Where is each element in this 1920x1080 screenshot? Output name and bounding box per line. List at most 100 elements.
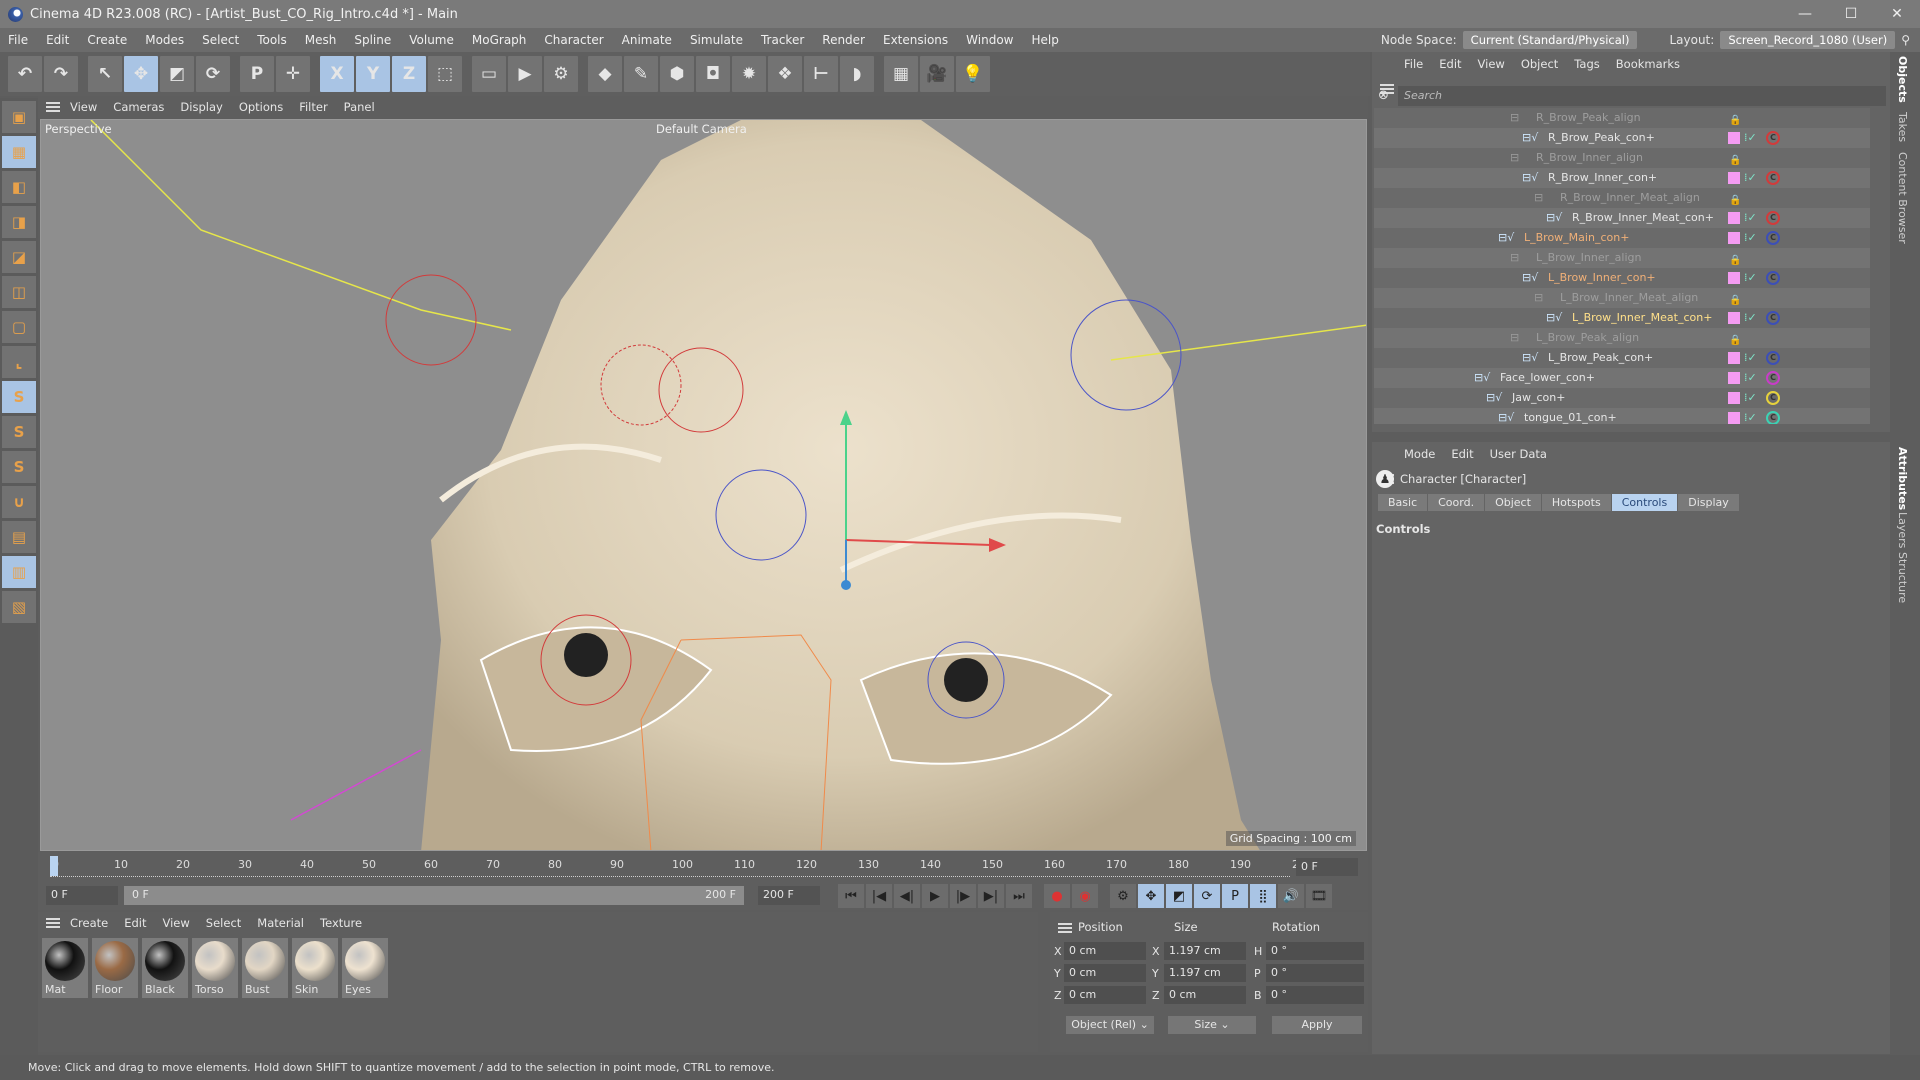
z-axis-icon[interactable]: Z (392, 56, 426, 92)
psr-icon[interactable]: P (240, 56, 274, 92)
tab-hotspots[interactable]: Hotspots (1541, 494, 1611, 511)
next-frame-button[interactable]: |▶ (950, 884, 976, 908)
texture-mode-icon[interactable]: ◧ (2, 171, 36, 203)
menu-select[interactable]: Select (202, 33, 239, 47)
floor-icon[interactable]: ▦ (884, 56, 918, 92)
viewport-menu-display[interactable]: Display (180, 100, 222, 114)
axis-mode-icon[interactable]: ⌞ (2, 346, 36, 378)
layer-color-swatch[interactable] (1728, 172, 1740, 184)
object-menu-object[interactable]: Object (1521, 57, 1558, 71)
visibility-check-icon[interactable]: ⁞✓ (1744, 128, 1757, 148)
object-row[interactable]: ⊟ L_Brow_Peak_align 🔒 (1374, 328, 1870, 348)
menu-modes[interactable]: Modes (145, 33, 184, 47)
material-menu-view[interactable]: View (163, 916, 190, 930)
tab-objects[interactable]: Objects (1896, 56, 1909, 103)
prev-frame-button[interactable]: ◀| (894, 884, 920, 908)
position-field[interactable]: 0 cm (1064, 986, 1146, 1004)
object-row[interactable]: ⊟√ L_Brow_Main_con+ ⁞✓ C (1374, 228, 1870, 248)
tab-layers[interactable]: Layers (1896, 512, 1909, 548)
layer-color-swatch[interactable] (1728, 132, 1740, 144)
object-menu-tags[interactable]: Tags (1574, 57, 1599, 71)
array-icon[interactable]: ❖ (768, 56, 802, 92)
layer-color-swatch[interactable] (1728, 312, 1740, 324)
constraint-tag-icon[interactable]: C (1766, 171, 1780, 185)
tab-basic[interactable]: Basic (1378, 494, 1428, 511)
magnet-icon[interactable]: ∪ (2, 486, 36, 518)
viewport-menu-panel[interactable]: Panel (344, 100, 375, 114)
snap-settings-icon[interactable]: S (2, 416, 36, 448)
object-row[interactable]: ⊟ R_Brow_Inner_Meat_align 🔒 (1374, 188, 1870, 208)
menu-edit[interactable]: Edit (46, 33, 69, 47)
y-axis-icon[interactable]: Y (356, 56, 390, 92)
constraint-tag-icon[interactable]: C (1766, 311, 1780, 325)
layer-color-swatch[interactable] (1728, 232, 1740, 244)
go-start-button[interactable]: ⏮ (838, 884, 864, 908)
object-row[interactable]: ⊟ R_Brow_Inner_align 🔒 (1374, 148, 1870, 168)
tab-object[interactable]: Object (1485, 494, 1541, 511)
range-slider[interactable]: 0 F 200 F (124, 886, 744, 905)
material-menu-material[interactable]: Material (257, 916, 304, 930)
material-menu-texture[interactable]: Texture (320, 916, 362, 930)
size-field[interactable]: 1.197 cm (1164, 942, 1246, 960)
render-icon[interactable]: ▶ (508, 56, 542, 92)
menu-file[interactable]: File (8, 33, 28, 47)
visibility-check-icon[interactable]: ⁞✓ (1744, 228, 1757, 248)
pen-icon[interactable]: ✎ (624, 56, 658, 92)
object-row[interactable]: ⊟√ L_Brow_Inner_con+ ⁞✓ C (1374, 268, 1870, 288)
make-editable-icon[interactable]: ▣ (2, 101, 36, 133)
viewport-menu-cameras[interactable]: Cameras (113, 100, 164, 114)
visibility-check-icon[interactable]: ⁞✓ (1744, 348, 1757, 368)
constraint-tag-icon[interactable]: C (1766, 411, 1780, 424)
constraint-tag-icon[interactable]: C (1766, 351, 1780, 365)
rotation-field[interactable]: 0 ° (1266, 986, 1364, 1004)
menu-render[interactable]: Render (822, 33, 865, 47)
object-row[interactable]: ⊟√ Face_lower_con+ ⁞✓ C (1374, 368, 1870, 388)
point-mode-icon[interactable]: ◨ (2, 206, 36, 238)
polygon-mode-icon[interactable]: ◫ (2, 276, 36, 308)
render-view-icon[interactable]: ▭ (472, 56, 506, 92)
object-row[interactable]: ⊟√ L_Brow_Inner_Meat_con+ ⁞✓ C (1374, 308, 1870, 328)
keyframe-selection-button[interactable]: ⚙ (1110, 884, 1136, 908)
cube-icon[interactable]: ◆ (588, 56, 622, 92)
cloner-icon[interactable]: ✹ (732, 56, 766, 92)
key-scale-button[interactable]: ◩ (1166, 884, 1192, 908)
field-icon[interactable]: ◗ (840, 56, 874, 92)
size-field[interactable]: 0 cm (1164, 986, 1246, 1004)
playhead[interactable] (50, 856, 58, 876)
snap-enable-icon[interactable]: S (2, 451, 36, 483)
redo-icon[interactable]: ↷ (44, 56, 78, 92)
workplane-lock-icon[interactable]: ▥ (2, 556, 36, 588)
tab-content-browser[interactable]: Content Browser (1896, 152, 1909, 244)
object-menu-edit[interactable]: Edit (1439, 57, 1461, 71)
material-swatch[interactable]: Floor (92, 938, 138, 998)
rotation-field[interactable]: 0 ° (1266, 964, 1364, 982)
edge-mode-icon[interactable]: ◪ (2, 241, 36, 273)
workplane-icon[interactable]: ▤ (2, 521, 36, 553)
constraint-tag-icon[interactable]: C (1766, 131, 1780, 145)
layer-color-swatch[interactable] (1728, 272, 1740, 284)
rotate-icon[interactable]: ⟳ (196, 56, 230, 92)
select-icon[interactable]: ↖ (88, 56, 122, 92)
attribute-menu-mode[interactable]: Mode (1404, 447, 1435, 461)
next-key-button[interactable]: ▶| (978, 884, 1004, 908)
material-menu-select[interactable]: Select (206, 916, 241, 930)
size-field[interactable]: 1.197 cm (1164, 964, 1246, 982)
menu-mesh[interactable]: Mesh (305, 33, 337, 47)
prev-key-button[interactable]: |◀ (866, 884, 892, 908)
object-row[interactable]: ⊟√ R_Brow_Inner_Meat_con+ ⁞✓ C (1374, 208, 1870, 228)
menu-tools[interactable]: Tools (257, 33, 287, 47)
constraint-tag-icon[interactable]: C (1766, 271, 1780, 285)
attribute-menu-edit[interactable]: Edit (1451, 447, 1473, 461)
menu-spline[interactable]: Spline (354, 33, 391, 47)
position-field[interactable]: 0 cm (1064, 942, 1146, 960)
object-row[interactable]: ⊟√ R_Brow_Peak_con+ ⁞✓ C (1374, 128, 1870, 148)
material-swatch[interactable]: Mat (42, 938, 88, 998)
close-button[interactable]: ✕ (1874, 0, 1920, 28)
viewport-menu-icon[interactable] (46, 102, 60, 112)
coordinate-icon[interactable]: ✛ (276, 56, 310, 92)
material-swatch[interactable]: Bust (242, 938, 288, 998)
material-swatch[interactable]: Black (142, 938, 188, 998)
undo-icon[interactable]: ↶ (8, 56, 42, 92)
scale-icon[interactable]: ◩ (160, 56, 194, 92)
key-pla-button[interactable]: ⣿ (1250, 884, 1276, 908)
